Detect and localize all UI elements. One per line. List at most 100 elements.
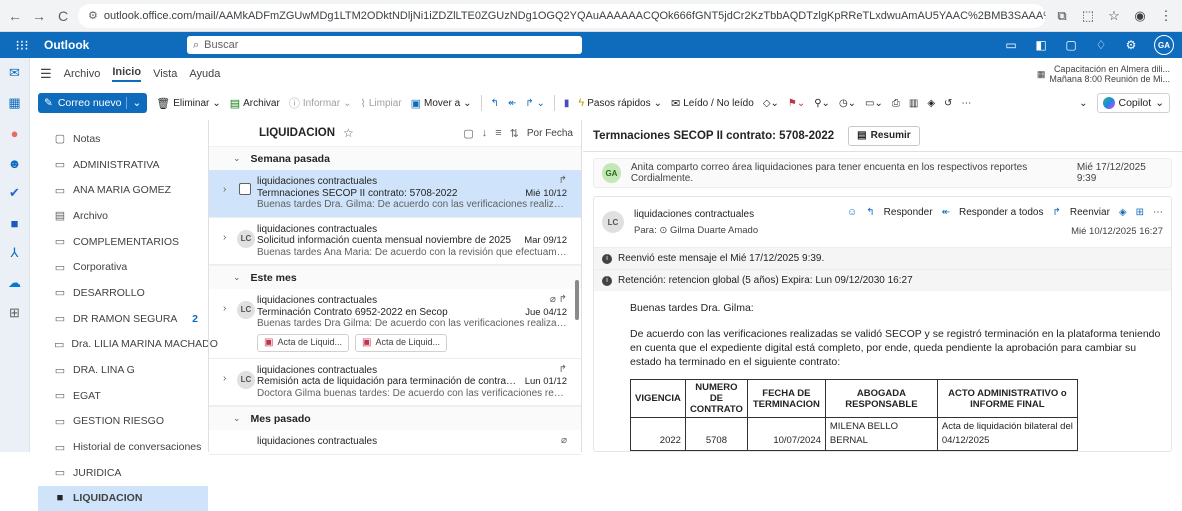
profile-icon[interactable]: ◉ xyxy=(1130,8,1150,24)
list-item[interactable]: › LC ⌀ ↱ liquidaciones contractuales Ter… xyxy=(209,289,581,359)
cast-icon[interactable]: ⧉ xyxy=(1052,8,1072,24)
immersive-reader-icon[interactable]: ▥ xyxy=(909,98,918,109)
sweep-button[interactable]: ⌇ Limpiar xyxy=(360,97,401,110)
reply-all-button[interactable]: Responder a todos xyxy=(959,207,1044,218)
ribbon-collapse-icon[interactable]: ⌄ xyxy=(1079,98,1087,109)
group-header[interactable]: ⌄ Mes pasado xyxy=(209,406,581,430)
folder-item[interactable]: ▭ ANA MARIA GOMEZ xyxy=(38,177,208,203)
rules-icon[interactable]: ▭⌄ xyxy=(865,98,883,109)
word-icon[interactable]: ■ xyxy=(0,208,29,238)
quick-steps-button[interactable]: ϟ Pasos rápidos ⌄ xyxy=(578,97,662,109)
pin-icon[interactable]: ⚲⌄ xyxy=(814,98,830,109)
filter-icon[interactable]: ≡ xyxy=(495,127,501,139)
print-icon[interactable]: ⎙ xyxy=(892,98,900,109)
folder-item[interactable]: ▭ DRA. LINA G xyxy=(38,357,208,383)
search-input[interactable]: ⌕ Buscar xyxy=(187,36,582,54)
folder-item[interactable]: ▭ JURIDICA xyxy=(38,460,208,486)
delete-button[interactable]: 🗑 Eliminar ⌄ xyxy=(156,97,220,110)
folder-item-selected[interactable]: ■ LIQUIDACION xyxy=(38,485,208,511)
snooze-icon[interactable]: ◷⌄ xyxy=(839,98,856,109)
app-name[interactable]: Outlook xyxy=(44,38,179,52)
tab-archivo[interactable]: Archivo xyxy=(64,68,101,80)
more-options-icon[interactable]: ⋯ xyxy=(1153,207,1163,218)
folder-item[interactable]: ▭ DESARROLLO xyxy=(38,280,208,306)
select-mode-icon[interactable]: ▢ xyxy=(463,127,473,140)
tab-ayuda[interactable]: Ayuda xyxy=(189,68,220,80)
teams-icon[interactable]: ◧ xyxy=(1030,38,1052,52)
forward-icon[interactable]: ↱ ⌄ xyxy=(525,98,545,109)
summarize-button[interactable]: ▤ Resumir xyxy=(848,125,920,146)
tag-icon[interactable]: ◈ xyxy=(1119,207,1127,218)
mail-icon[interactable]: ✉ xyxy=(0,58,29,88)
list-item[interactable]: › LC liquidaciones contractuales Solicit… xyxy=(209,218,581,265)
group-header[interactable]: ⌄ Semana pasada xyxy=(209,146,581,170)
list-item[interactable]: ⌀ liquidaciones contractuales xyxy=(209,430,581,455)
sender-name[interactable]: liquidaciones contractuales xyxy=(634,209,754,220)
copilot-button[interactable]: Copilot ⌄ xyxy=(1096,93,1170,113)
jump-icon[interactable]: ↓ xyxy=(482,127,488,139)
categorize-icon[interactable]: ◇⌄ xyxy=(763,98,779,109)
reload-icon[interactable]: C xyxy=(54,8,72,24)
collapsed-message[interactable]: GA Anita comparto correo área liquidacio… xyxy=(593,158,1172,188)
app-launcher-icon[interactable]: ⁝⁝⁝ xyxy=(8,37,36,54)
folder-item[interactable]: ▢ Notas xyxy=(38,126,208,152)
read-unread-button[interactable]: ✉ Leído / No leído xyxy=(671,97,754,110)
folder-item[interactable]: ▭ EGAT xyxy=(38,383,208,409)
calendar-icon[interactable]: ▦ xyxy=(0,88,29,118)
favorite-star-icon[interactable]: ☆ xyxy=(343,126,354,140)
undo-icon[interactable]: ↺ xyxy=(944,98,952,109)
attachment-chip[interactable]: ▣ Acta de Liquid... xyxy=(257,333,349,352)
group-header[interactable]: ⌄ Este mes xyxy=(209,265,581,289)
archive-button[interactable]: ▤ Archivar xyxy=(230,97,280,110)
folder-item[interactable]: ▭ COMPLEMENTARIOS xyxy=(38,229,208,255)
hamburger-icon[interactable]: ☰ xyxy=(40,66,52,82)
folder-item[interactable]: ▤ Archivo xyxy=(38,203,208,229)
move-button[interactable]: ▣ Mover a ⌄ xyxy=(411,97,472,110)
sort-icon[interactable]: ⇅ xyxy=(510,127,519,140)
tab-inicio[interactable]: Inicio xyxy=(112,66,142,82)
folder-item[interactable]: ▭ ADMINISTRATIVA xyxy=(38,152,208,178)
onedrive-icon[interactable]: ☁ xyxy=(0,268,29,298)
report-button[interactable]: ⓘ Informar ⌄ xyxy=(289,95,352,111)
more-options-icon[interactable]: ⋯ xyxy=(961,98,971,109)
meet-now-icon[interactable]: ▭ xyxy=(1000,38,1022,52)
back-icon[interactable]: ← xyxy=(6,8,24,24)
org-icon[interactable]: ⅄ xyxy=(0,238,29,268)
browser-menu-icon[interactable]: ⋮ xyxy=(1156,8,1176,24)
teams-share-icon[interactable]: ▮ xyxy=(564,98,570,109)
tag-icon[interactable]: ◈ xyxy=(927,98,935,109)
bell-icon[interactable]: ♢ xyxy=(1090,38,1112,52)
address-bar[interactable]: ⚙ outlook.office.com/mail/AAMkADFmZGUwMD… xyxy=(78,3,1046,28)
avatar[interactable]: GA xyxy=(1154,35,1174,55)
flag-icon[interactable]: ⚑⌄ xyxy=(788,98,805,109)
site-settings-icon[interactable]: ⚙ xyxy=(88,9,98,22)
forward-icon[interactable]: → xyxy=(30,8,48,24)
folder-item[interactable]: ▭ GESTION RIESGO xyxy=(38,409,208,435)
reply-icon[interactable]: ↰ xyxy=(491,98,499,109)
new-mail-button[interactable]: ✎ Correo nuevo ⌄ xyxy=(38,93,148,113)
folder-item[interactable]: ▭ Historial de conversaciones xyxy=(38,434,208,460)
folder-item[interactable]: ▭ Corporativa xyxy=(38,254,208,280)
expand-chevron-icon[interactable]: › xyxy=(223,303,226,315)
list-item[interactable]: › LC ↱ liquidaciones contractuales Remis… xyxy=(209,359,581,406)
people-icon[interactable]: ☻ xyxy=(0,148,29,178)
list-item[interactable]: › ↱ liquidaciones contractuales Termnaci… xyxy=(209,170,581,218)
settings-gear-icon[interactable]: ⚙ xyxy=(1120,38,1142,52)
select-checkbox[interactable] xyxy=(239,183,251,195)
reply-all-icon[interactable]: ↞ xyxy=(508,98,516,109)
expand-chevron-icon[interactable]: › xyxy=(223,373,226,385)
tab-vista[interactable]: Vista xyxy=(153,68,177,80)
more-apps-icon[interactable]: ⊞ xyxy=(0,298,29,328)
emoji-reaction-icon[interactable]: ☺ xyxy=(847,207,857,218)
expand-chevron-icon[interactable]: › xyxy=(223,232,226,244)
extension-icon[interactable]: ⬚ xyxy=(1078,8,1098,24)
expand-chevron-icon[interactable]: › xyxy=(223,184,226,196)
reply-button[interactable]: Responder xyxy=(884,207,933,218)
chevron-down-icon[interactable]: ⌄ xyxy=(126,97,141,109)
folder-item[interactable]: ▭ Dra. LILIA MARINA MACHADO xyxy=(38,332,218,358)
attachment-chip[interactable]: ▣ Acta de Liquid... xyxy=(355,333,447,352)
folder-item[interactable]: ▭ DR RAMON SEGURA 2 xyxy=(38,306,208,332)
bookmark-star-icon[interactable]: ☆ xyxy=(1104,8,1124,24)
apps-icon[interactable]: ⊞ xyxy=(1136,207,1144,218)
list-scrollbar[interactable] xyxy=(575,280,579,320)
